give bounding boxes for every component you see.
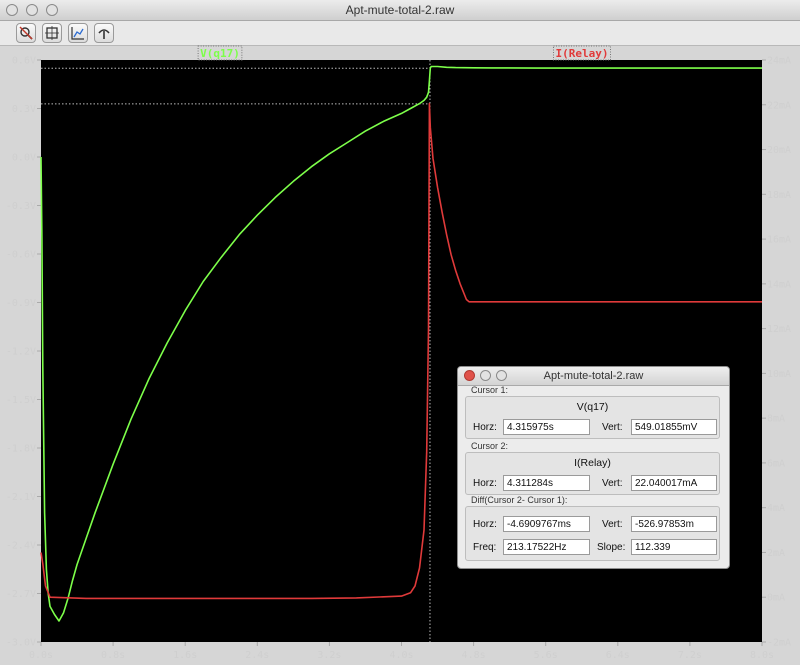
cursor2-horz-field[interactable]: 4.311284s	[503, 475, 590, 491]
cursor-window: Apt-mute-total-2.raw Cursor 1: V(q17) Ho…	[457, 366, 730, 569]
diff-slope-field[interactable]: 112.339	[631, 539, 717, 555]
window-titlebar: Apt-mute-total-2.raw	[0, 0, 800, 21]
y-left-tick-label: 0.0V	[12, 153, 36, 164]
cursor1-vert-label: Vert:	[602, 422, 623, 433]
y-right-tick-label: 6mA	[767, 458, 785, 469]
y-left-tick-label: 0.6V	[12, 56, 36, 67]
zoom-full-button[interactable]	[42, 23, 62, 43]
x-tick-label: 0.0s	[29, 650, 53, 661]
cursor2-label: Cursor 2:	[471, 441, 509, 451]
cursor-window-titlebar: Apt-mute-total-2.raw	[458, 367, 729, 386]
y-right-tick-label: 16mA	[767, 235, 791, 246]
toolbar	[0, 21, 800, 46]
probe-icon	[98, 29, 110, 39]
y-right-tick-label: 22mA	[767, 100, 791, 111]
x-tick-label: 7.2s	[678, 650, 702, 661]
y-right-tick-label: 2mA	[767, 548, 785, 559]
trace-label-1[interactable]: I(Relay)	[556, 47, 609, 60]
y-left-tick-label: 0.3V	[12, 104, 36, 115]
zoom-full-icon	[45, 26, 59, 40]
y-right-tick-label: 4mA	[767, 503, 785, 514]
waveform-plot[interactable]: 0.6V 0.3V 0.0V -0.3V -0.6V -0.9V -1.2V -1.5V -1.…	[0, 45, 800, 665]
y-left-tick-label: -0.6V	[6, 250, 36, 261]
y-left-tick-label: -3.0V	[6, 638, 36, 649]
right-axis-ticks: 24mA 22mA 20mA 18mA 16mA 14mA 12mA 10mA 8mA 6mA 4m…	[762, 56, 791, 649]
cursor2-trace-name: I(Relay)	[574, 457, 611, 469]
diff-freq-label: Freq:	[473, 542, 497, 553]
x-tick-label: 0.8s	[101, 650, 125, 661]
cursor1-vert-field[interactable]: 549.01855mV	[631, 419, 717, 435]
y-right-tick-label: 10mA	[767, 369, 791, 380]
y-right-tick-label: 14mA	[767, 279, 791, 290]
y-left-tick-label: -2.4V	[6, 541, 36, 552]
diff-horz-label: Horz:	[473, 519, 497, 530]
x-tick-label: 5.6s	[534, 650, 558, 661]
y-left-tick-label: -1.5V	[6, 395, 36, 406]
trace-labels[interactable]: V(q17) I(Relay)	[197, 45, 611, 61]
x-axis-ticks: 0.0s 0.8s 1.6s 2.4s 3.2s 4.0s 4.8s 5.6s 6.4s 7.2s…	[29, 642, 774, 661]
cursor1-group: V(q17) Horz: 4.315975s Vert: 549.01855mV	[465, 396, 720, 439]
y-right-tick-label: 18mA	[767, 190, 791, 201]
cursor1-horz-field[interactable]: 4.315975s	[503, 419, 590, 435]
autorange-button[interactable]	[68, 23, 88, 43]
y-right-tick-label: 20mA	[767, 145, 791, 156]
diff-vert-label: Vert:	[602, 519, 623, 530]
y-left-tick-label: -1.8V	[6, 444, 36, 455]
diff-label: Diff(Cursor 2- Cursor 1):	[471, 495, 568, 505]
diff-slope-label: Slope:	[597, 542, 626, 553]
y-left-tick-label: -1.2V	[6, 347, 36, 358]
y-right-tick-label: -2mA	[767, 638, 791, 649]
diff-freq-field[interactable]: 213.17522Hz	[503, 539, 590, 555]
cursor1-horz-label: Horz:	[473, 422, 497, 433]
autorange-icon	[71, 27, 84, 40]
cursor1-label: Cursor 1:	[471, 385, 509, 395]
x-tick-label: 2.4s	[245, 650, 269, 661]
cursor1-trace-name: V(q17)	[576, 401, 609, 413]
y-right-tick-label: 8mA	[767, 414, 785, 425]
window-title: Apt-mute-total-2.raw	[345, 3, 455, 17]
x-tick-label: 1.6s	[173, 650, 197, 661]
zoom-cancel-icon	[19, 26, 33, 40]
cursor2-group: I(Relay) Horz: 4.311284s Vert: 22.040017…	[465, 452, 720, 495]
probe-button[interactable]	[94, 23, 114, 43]
y-left-tick-label: -0.3V	[6, 201, 36, 212]
y-left-tick-label: -2.1V	[6, 492, 36, 503]
y-left-tick-label: -0.9V	[6, 298, 36, 309]
zoom-cancel-button[interactable]	[16, 23, 36, 43]
x-tick-label: 8.0s	[750, 650, 774, 661]
trace-label-0[interactable]: V(q17)	[200, 47, 240, 60]
cursor2-vert-field[interactable]: 22.040017mA	[631, 475, 717, 491]
diff-vert-field[interactable]: -526.97853m	[631, 516, 717, 532]
y-right-tick-label: 0mA	[767, 593, 785, 604]
left-axis-ticks: 0.6V 0.3V 0.0V -0.3V -0.6V -0.9V -1.2V -1.5V -1.…	[6, 56, 41, 649]
x-tick-label: 6.4s	[606, 650, 630, 661]
y-left-tick-label: -2.7V	[6, 589, 36, 600]
diff-horz-field[interactable]: -4.6909767ms	[503, 516, 590, 532]
cursor2-horz-label: Horz:	[473, 478, 497, 489]
diff-group: Horz: -4.6909767ms Vert: -526.97853m Fre…	[465, 506, 720, 561]
x-tick-label: 4.0s	[389, 650, 413, 661]
y-right-tick-label: 12mA	[767, 324, 791, 335]
cursor2-vert-label: Vert:	[602, 478, 623, 489]
x-tick-label: 3.2s	[317, 650, 341, 661]
x-tick-label: 4.8s	[462, 650, 486, 661]
cursor-window-title: Apt-mute-total-2.raw	[543, 370, 644, 382]
y-right-tick-label: 24mA	[767, 56, 791, 67]
